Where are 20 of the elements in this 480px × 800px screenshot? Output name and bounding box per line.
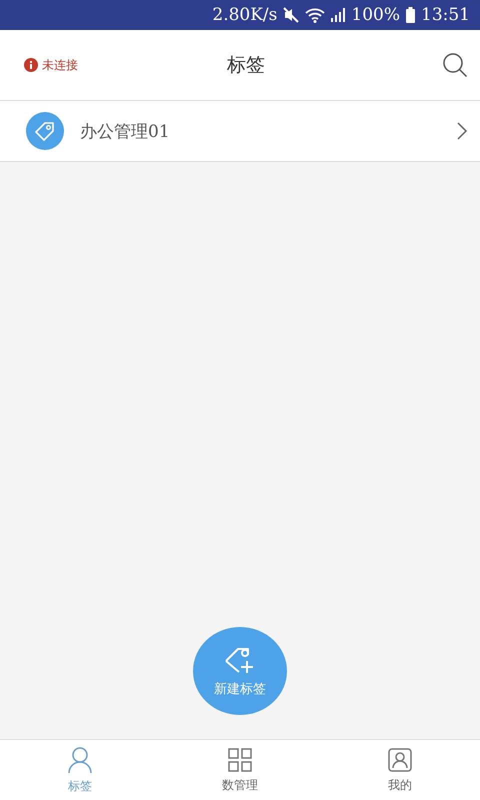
clock: 13:51 — [421, 5, 470, 25]
signal-icon — [331, 8, 346, 22]
battery-percent: 100% — [351, 5, 400, 25]
chevron-right-icon — [456, 121, 468, 141]
info-icon — [24, 58, 38, 72]
tag-name: 办公管理01 — [80, 120, 171, 142]
person-icon — [67, 746, 93, 774]
tag-list-item[interactable]: 办公管理01 — [0, 101, 480, 162]
wifi-icon — [305, 7, 326, 23]
page-title: 标签 — [227, 53, 265, 78]
connection-status: 未连接 — [42, 56, 78, 74]
tag-icon — [26, 112, 64, 150]
profile-icon — [387, 746, 413, 772]
search-icon[interactable] — [442, 52, 468, 78]
grid-icon — [227, 746, 253, 772]
network-speed: 2.80K/s — [212, 5, 278, 25]
nav-tab[interactable]: 我的 — [320, 740, 480, 800]
battery-icon — [406, 7, 415, 23]
mute-icon — [283, 7, 300, 23]
nav-tab[interactable]: 数管理 — [160, 740, 320, 800]
